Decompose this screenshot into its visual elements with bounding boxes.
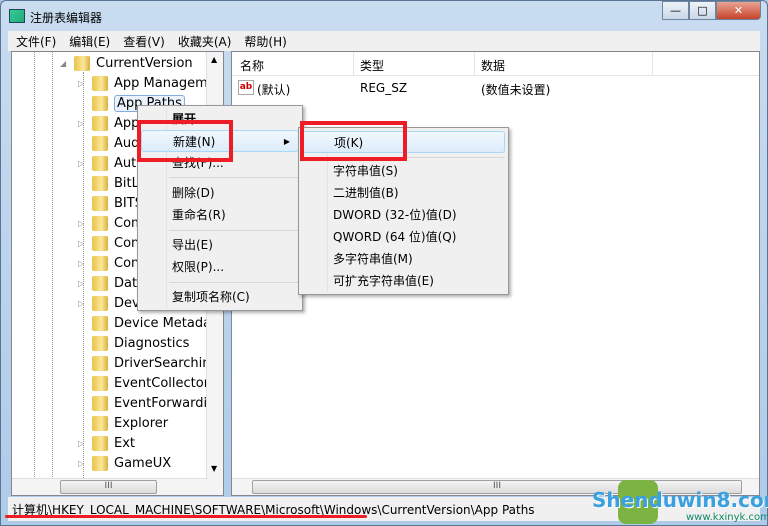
folder-icon [92,135,108,151]
tree-item[interactable]: ▷ GameUX [78,453,171,473]
menu-item-binary-value[interactable]: 二进制值(B) [302,182,505,204]
scroll-thumb[interactable]: III [60,480,157,494]
minimize-button[interactable]: — [662,1,689,20]
tree-item-label: Diagnostics [114,335,190,351]
menu-item-multi-string-value[interactable]: 多字符串值(M) [302,248,505,270]
expand-arrow-icon[interactable]: ▷ [78,159,88,168]
menu-file[interactable]: 文件(F) [16,33,56,50]
folder-icon [92,95,108,111]
value-type: REG_SZ [360,81,408,95]
annotation-underline [5,515,367,518]
tree-item[interactable]: ▷ Cont [78,253,144,273]
watermark-text: Shenduwin8.com [592,488,768,512]
tree-item-label: Explorer [114,415,169,431]
tree-item-currentversion[interactable]: ◢ CurrentVersion [60,53,193,73]
folder-icon [92,75,108,91]
folder-icon [92,415,108,431]
tree-item-label: GameUX [114,455,172,471]
regedit-icon [9,9,25,23]
annotation-box-key [300,121,407,161]
folder-icon [74,55,90,71]
tree-item[interactable]: Explorer [78,413,168,433]
menu-item-qword-value[interactable]: QWORD (64 位)值(Q) [302,226,505,248]
tree-item[interactable]: BITS [78,193,143,213]
folder-icon [92,175,108,191]
string-value-icon: ab [238,80,254,95]
tree-item-label: EventCollector [114,375,210,391]
menu-edit[interactable]: 编辑(E) [69,33,110,50]
folder-icon [92,335,108,351]
tree-item[interactable]: ▷ App Managemer [78,73,221,93]
table-row[interactable]: ab (默认) REG_SZ (数值未设置) [232,78,759,98]
expand-arrow-icon[interactable]: ▷ [78,459,88,468]
folder-icon [92,275,108,291]
column-data[interactable]: 数据 [481,57,505,74]
folder-icon [92,375,108,391]
folder-icon [92,435,108,451]
menu-item-export[interactable]: 导出(E) [141,234,299,256]
menu-item-delete[interactable]: 删除(D) [141,182,299,204]
folder-icon [92,255,108,271]
menu-view[interactable]: 查看(V) [123,33,165,50]
collapse-arrow-icon[interactable]: ◢ [60,59,70,68]
tree-item[interactable]: ▷ Cont [78,233,144,253]
column-type[interactable]: 类型 [360,57,384,74]
title-bar: 注册表编辑器 — □ ✕ [1,1,767,31]
expand-arrow-icon[interactable]: ▷ [78,299,88,308]
expand-arrow-icon[interactable]: ▷ [78,79,88,88]
tree-item-label: DriverSearching [114,355,219,371]
watermark-url: www.kxinyk.com [686,512,768,523]
tree-item[interactable]: ▷ Com [78,213,144,233]
menu-item-permissions[interactable]: 权限(P)... [141,256,299,278]
close-button[interactable]: ✕ [716,1,761,20]
menu-item-copy-key-name[interactable]: 复制项名称(C) [141,286,299,308]
tree-item[interactable]: ▷ Date [78,273,145,293]
column-name[interactable]: 名称 [240,57,264,74]
window-title: 注册表编辑器 [30,11,103,25]
menu-favorites[interactable]: 收藏夹(A) [178,33,232,50]
folder-icon [92,195,108,211]
folder-icon [92,155,108,171]
folder-icon [92,235,108,251]
expand-arrow-icon[interactable]: ▷ [78,439,88,448]
tree-item[interactable]: Device Metadata [78,313,223,333]
tree-item[interactable]: ▷ Ext [78,433,135,453]
submenu-arrow-icon: ▶ [283,137,290,146]
annotation-box-new [137,120,233,162]
menu-item-expandable-string-value[interactable]: 可扩充字符串值(E) [302,270,505,292]
watermark-logo: Shenduwin8.com www.kxinyk.com [590,478,768,526]
value-name: (默认) [257,83,291,97]
menu-item-string-value[interactable]: 字符串值(S) [302,160,505,182]
expand-arrow-icon[interactable]: ▷ [78,219,88,228]
menu-item-dword-value[interactable]: DWORD (32-位)值(D) [302,204,505,226]
maximize-button[interactable]: □ [689,1,716,20]
tree-horizontal-scrollbar[interactable]: III [12,478,208,495]
expand-arrow-icon[interactable]: ▷ [78,259,88,268]
menu-bar: 文件(F) 编辑(E) 查看(V) 收藏夹(A) 帮助(H) [8,31,760,51]
folder-icon [92,315,108,331]
expand-arrow-icon[interactable]: ▷ [78,239,88,248]
folder-icon [92,295,108,311]
tree-item[interactable]: ▷ Auth [78,153,144,173]
tree-item[interactable]: DriverSearching [78,353,219,373]
menu-item-rename[interactable]: 重命名(R) [141,204,299,226]
folder-icon [92,455,108,471]
menu-help[interactable]: 帮助(H) [244,33,286,50]
tree-item[interactable]: EventForwarding [78,393,223,413]
folder-icon [92,215,108,231]
tree-item[interactable]: EventCollector [78,373,209,393]
expand-arrow-icon[interactable]: ▷ [78,279,88,288]
tree-item-label: Ext [114,435,136,451]
tree-item[interactable]: Diagnostics [78,333,189,353]
expand-arrow-icon[interactable]: ▷ [78,119,88,128]
folder-icon [92,115,108,131]
value-data: (数值未设置) [481,83,551,97]
tree-item-label: CurrentVersion [96,55,193,71]
folder-icon [92,355,108,371]
list-header: 名称 类型 数据 [232,52,759,76]
folder-icon [92,395,108,411]
